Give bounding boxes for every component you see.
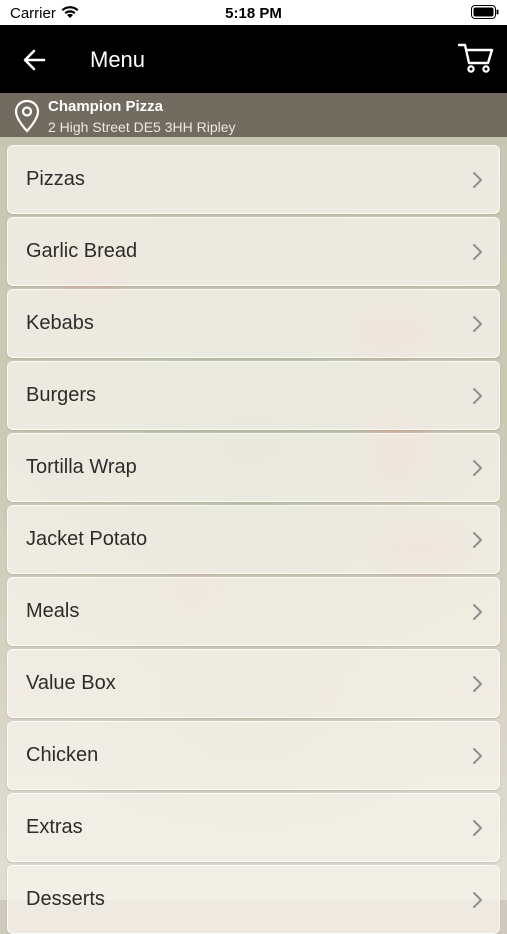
navigation-bar: Menu bbox=[0, 25, 507, 93]
store-address: 2 High Street DE5 3HH Ripley bbox=[48, 119, 236, 135]
store-location-bar: Champion Pizza 2 High Street DE5 3HH Rip… bbox=[0, 93, 507, 137]
battery-icon bbox=[471, 5, 499, 24]
menu-item-jacket-potato[interactable]: Jacket Potato bbox=[7, 505, 500, 574]
menu-item-label: Burgers bbox=[26, 384, 97, 406]
menu-item-burgers[interactable]: Burgers bbox=[7, 361, 500, 430]
chevron-right-icon bbox=[471, 747, 483, 770]
page-title: Menu bbox=[90, 47, 146, 72]
chevron-right-icon bbox=[471, 603, 483, 626]
chevron-right-icon bbox=[471, 819, 483, 842]
chevron-right-icon bbox=[471, 675, 483, 698]
menu-item-label: Extras bbox=[26, 816, 83, 838]
chevron-right-icon bbox=[471, 243, 483, 266]
menu-item-label: Tortilla Wrap bbox=[26, 456, 137, 478]
cart-icon bbox=[457, 43, 495, 79]
cart-button[interactable] bbox=[457, 41, 495, 75]
menu-item-tortilla-wrap[interactable]: Tortilla Wrap bbox=[7, 433, 500, 502]
menu-item-label: Garlic Bread bbox=[26, 240, 138, 262]
menu-item-label: Value Box bbox=[26, 672, 116, 694]
chevron-right-icon bbox=[471, 891, 483, 914]
status-bar: Carrier 5:18 PM bbox=[0, 0, 507, 25]
map-pin-icon bbox=[14, 99, 40, 138]
store-name: Champion Pizza bbox=[48, 98, 164, 115]
menu-item-value-box[interactable]: Value Box bbox=[7, 649, 500, 718]
menu-item-extras[interactable]: Extras bbox=[7, 793, 500, 862]
menu-item-label: Kebabs bbox=[26, 312, 94, 334]
menu-item-meals[interactable]: Meals bbox=[7, 577, 500, 646]
chevron-right-icon bbox=[471, 315, 483, 338]
menu-item-label: Pizzas bbox=[26, 168, 85, 190]
chevron-right-icon bbox=[471, 387, 483, 410]
menu-item-label: Chicken bbox=[26, 744, 99, 766]
menu-item-kebabs[interactable]: Kebabs bbox=[7, 289, 500, 358]
menu-item-label: Jacket Potato bbox=[26, 528, 148, 550]
menu-item-garlic-bread[interactable]: Garlic Bread bbox=[7, 217, 500, 286]
chevron-right-icon bbox=[471, 171, 483, 194]
arrow-left-icon bbox=[18, 49, 52, 79]
chevron-right-icon bbox=[471, 531, 483, 554]
menu-item-label: Meals bbox=[26, 600, 80, 622]
back-button[interactable] bbox=[18, 45, 52, 75]
chevron-right-icon bbox=[471, 459, 483, 482]
menu-item-chicken[interactable]: Chicken bbox=[7, 721, 500, 790]
status-time: 5:18 PM bbox=[225, 5, 282, 22]
menu-item-pizzas[interactable]: Pizzas bbox=[7, 145, 500, 214]
